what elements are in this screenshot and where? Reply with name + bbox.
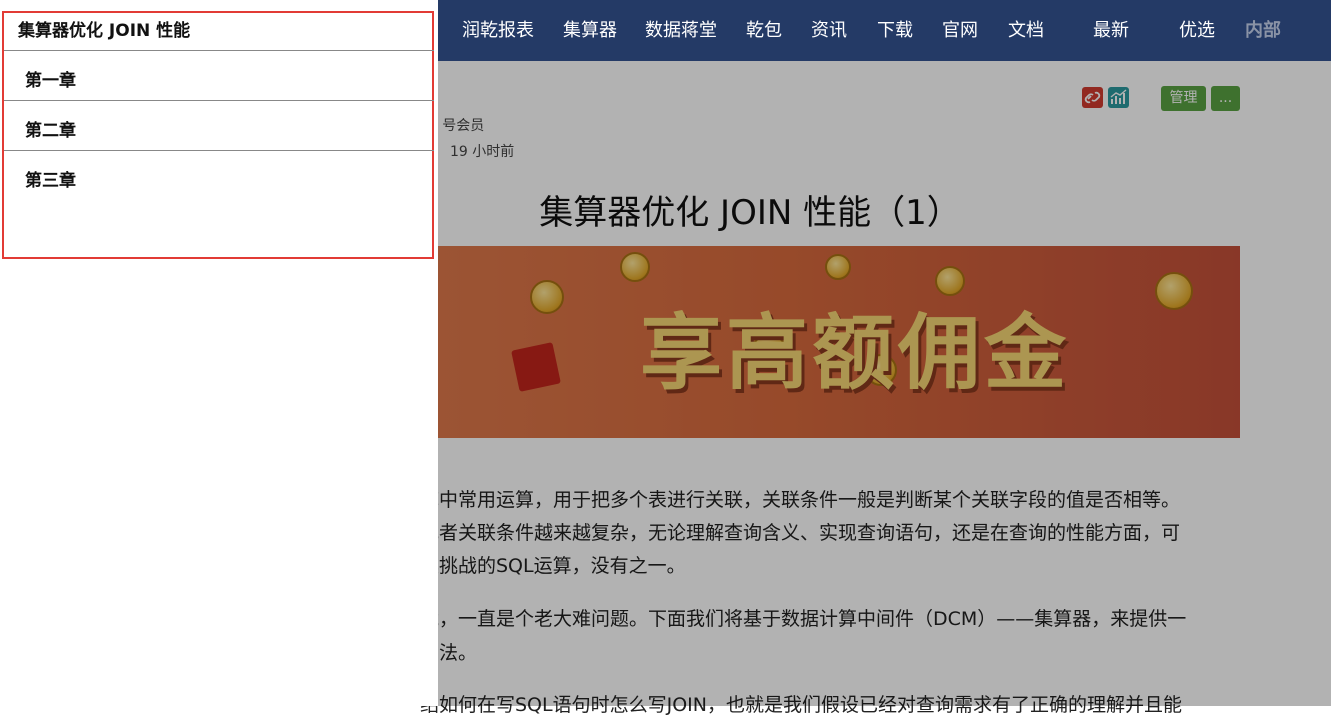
nav-item-package[interactable]: 乾包 xyxy=(746,19,782,43)
nav-item-latest[interactable]: 最新 xyxy=(1093,19,1129,43)
modal-overlay[interactable] xyxy=(438,61,1331,706)
nav-item-internal[interactable]: 内部 xyxy=(1245,19,1281,43)
nav-item-download[interactable]: 下载 xyxy=(877,19,913,43)
nav-item-website[interactable]: 官网 xyxy=(942,19,978,43)
nav-item-data-hall[interactable]: 数据蒋堂 xyxy=(645,19,717,43)
toc-item-label: 第一章 xyxy=(25,71,76,91)
toc-item-label: 第二章 xyxy=(25,121,76,141)
nav-item-esproc[interactable]: 集算器 xyxy=(563,19,617,43)
toc-item-chapter-2[interactable]: 第二章 xyxy=(4,100,434,150)
toc-item-chapter-3[interactable]: 第三章 xyxy=(4,150,434,246)
nav-item-news[interactable]: 资讯 xyxy=(811,19,847,43)
toc-item-label: 第三章 xyxy=(25,171,76,191)
nav-item-docs[interactable]: 文档 xyxy=(1008,19,1044,43)
nav-item-report[interactable]: 润乾报表 xyxy=(462,19,534,43)
toc-title[interactable]: 集算器优化 JOIN 性能 xyxy=(18,16,190,41)
nav-item-featured[interactable]: 优选 xyxy=(1179,19,1215,43)
toc-item-chapter-1[interactable]: 第一章 xyxy=(4,50,434,100)
toc-panel: 集算器优化 JOIN 性能 第一章 第二章 第三章 xyxy=(0,0,438,706)
